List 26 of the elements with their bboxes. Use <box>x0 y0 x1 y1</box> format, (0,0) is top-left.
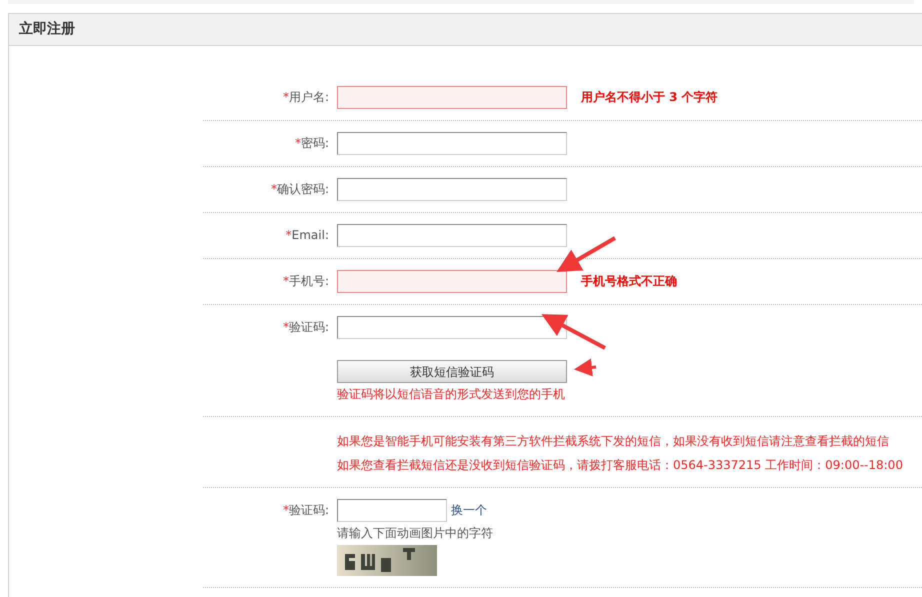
field-label: *验证码: <box>282 503 329 517</box>
input-field[interactable] <box>337 132 567 155</box>
error-message: 手机号格式不正确 <box>581 273 677 290</box>
input-field[interactable] <box>337 86 567 109</box>
field-label: *手机号: <box>282 274 329 288</box>
field-label: *用户名: <box>282 90 329 104</box>
field-label: *确认密码: <box>270 182 329 196</box>
refresh-link[interactable]: 换一个 <box>451 499 487 522</box>
notice-text: 如果您是智能手机可能安装有第三方软件拦截系统下发的短信，如果没有收到短信请注意查看拦截的短信 <box>337 433 890 450</box>
input-field[interactable] <box>337 270 567 293</box>
error-message: 用户名不得小于 3 个字符 <box>581 89 718 106</box>
panel-title: 立即注册 <box>19 20 75 39</box>
annotation-arrow <box>556 236 616 272</box>
captcha-hint: 请输入下面动画图片中的字符 <box>337 525 493 542</box>
input-field[interactable] <box>337 224 567 247</box>
annotation-arrow <box>574 358 596 376</box>
field-label: *密码: <box>294 136 329 150</box>
input-field[interactable] <box>337 316 567 339</box>
annotation-arrow <box>541 314 606 350</box>
input-field[interactable] <box>337 499 447 522</box>
input-field[interactable] <box>337 178 567 201</box>
sms-note: 验证码将以短信语音的形式发送到您的手机 <box>337 386 566 403</box>
field-label: *验证码: <box>282 320 329 334</box>
get-code-button[interactable]: 获取短信验证码 <box>337 360 567 383</box>
notice-text: 如果您查看拦截短信还是没收到短信验证码，请拨打客服电话：0564-3337215 工作时间：09:00--18:00 <box>337 457 903 474</box>
field-label: *Email: <box>286 228 329 242</box>
